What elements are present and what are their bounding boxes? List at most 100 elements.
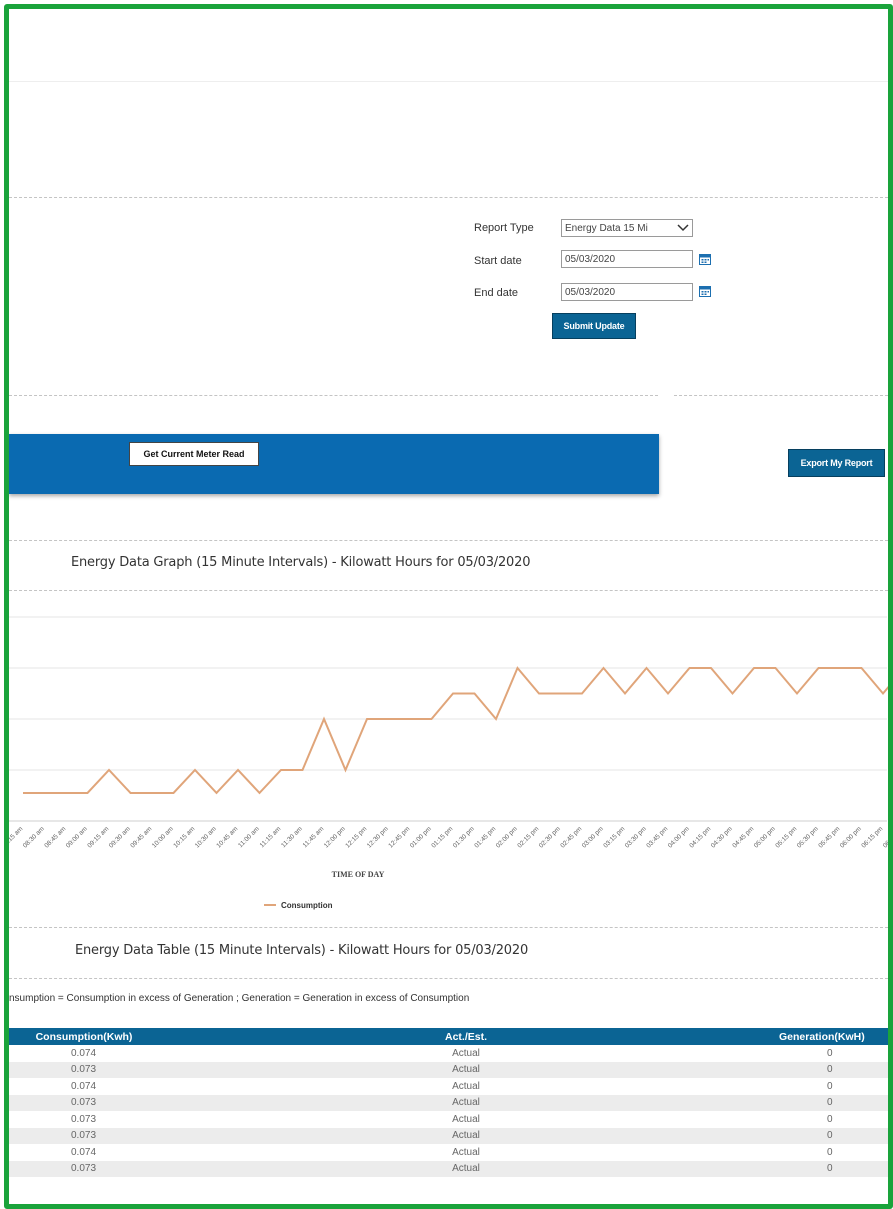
- table-cell-act-est: Actual: [159, 1127, 773, 1144]
- table-cell-generation: 0: [773, 1061, 888, 1078]
- table-row: 0.073 Actual 0: [9, 1094, 888, 1111]
- table-title-top-divider: [9, 927, 888, 928]
- form-top-divider: [9, 197, 888, 198]
- x-tick-label: 03:00 pm: [581, 825, 605, 849]
- x-tick-label: 09:15 am: [86, 825, 110, 849]
- table-cell-consumption: 0.073: [9, 1061, 159, 1078]
- table-cell-act-est: Actual: [159, 1094, 773, 1111]
- x-tick-label: 10:45 am: [215, 825, 239, 849]
- table-note: nsumption = Consumption in excess of Gen…: [9, 993, 470, 1004]
- table-cell-consumption: 0.074: [71, 1146, 97, 1158]
- x-tick-label: 08:45 am: [43, 825, 67, 849]
- x-tick-label: 02:00 pm: [495, 825, 519, 849]
- form-bottom-divider: [9, 395, 658, 396]
- x-tick-label: 04:15 pm: [688, 825, 712, 849]
- x-tick-label: 05:00 pm: [753, 825, 777, 849]
- table-title-bottom-divider: [9, 978, 888, 979]
- meter-banner: Get Current Meter Read: [9, 434, 659, 494]
- table-row: 0.073 Actual 0: [9, 1061, 888, 1078]
- table-cell-consumption: 0.073: [9, 1160, 159, 1177]
- graph-title-top-divider: [9, 540, 888, 541]
- table-cell-act-est: Actual: [452, 1113, 480, 1125]
- app-frame: Report Type Energy Data 15 Mi Start date…: [4, 4, 893, 1209]
- x-tick-label: 08:30 am: [22, 825, 46, 849]
- column-header-act-est: Act./Est.: [159, 1028, 773, 1045]
- x-tick-label: 05:45 pm: [817, 825, 841, 849]
- submit-update-button[interactable]: Submit Update: [552, 313, 636, 339]
- table-cell-consumption: 0.074: [71, 1047, 97, 1059]
- x-tick-label: 03:15 pm: [602, 825, 626, 849]
- column-header-consumption: Consumption(Kwh): [9, 1028, 159, 1045]
- table-row: 0.074 Actual 0: [9, 1078, 888, 1095]
- x-tick-label: 10:15 am: [172, 825, 196, 849]
- x-tick-label: 09:00 am: [65, 825, 89, 849]
- end-date-label: End date: [474, 287, 519, 299]
- table-cell-consumption: 0.074: [71, 1080, 97, 1092]
- table-cell-act-est: Actual: [452, 1080, 480, 1092]
- x-tick-label: 01:00 pm: [409, 825, 433, 849]
- table-title: Energy Data Table (15 Minute Intervals) …: [75, 943, 529, 958]
- x-tick-label: 10:30 am: [194, 825, 218, 849]
- energy-line-chart: 08:15 am08:30 am08:45 am09:00 am09:15 am…: [9, 616, 888, 910]
- x-tick-label: 04:45 pm: [731, 825, 755, 849]
- x-tick-label: 12:30 pm: [366, 825, 390, 849]
- form-bottom-divider-right: [674, 395, 888, 396]
- x-tick-label: 05:15 pm: [774, 825, 798, 849]
- x-tick-label: 06:00 pm: [839, 825, 863, 849]
- table-cell-act-est: Actual: [452, 1146, 480, 1158]
- export-report-button[interactable]: Export My Report: [788, 449, 885, 477]
- table-cell-act-est: Actual: [452, 1047, 480, 1059]
- end-date-input[interactable]: [561, 283, 693, 301]
- legend-label: Consumption: [281, 901, 333, 910]
- table-cell-generation: 0: [773, 1127, 888, 1144]
- start-date-label: Start date: [474, 255, 522, 267]
- x-tick-label: 03:45 pm: [645, 825, 669, 849]
- table-cell-generation: 0: [773, 1160, 888, 1177]
- x-tick-label: 11:00 am: [237, 825, 261, 849]
- x-tick-label: 01:15 pm: [430, 825, 454, 849]
- column-header-generation: Generation(KwH): [773, 1028, 888, 1045]
- table-cell-generation: 0: [827, 1113, 833, 1125]
- calendar-icon[interactable]: [699, 285, 711, 297]
- table-row: 0.073 Actual 0: [9, 1160, 888, 1177]
- x-tick-labels: 08:15 am08:30 am08:45 am09:00 am09:15 am…: [9, 825, 888, 849]
- table-cell-generation: 0: [773, 1094, 888, 1111]
- table-cell-act-est: Actual: [159, 1160, 773, 1177]
- table-cell-act-est: Actual: [159, 1061, 773, 1078]
- table-header-row: Consumption(Kwh) Act./Est. Generation(Kw…: [9, 1028, 888, 1045]
- x-tick-label: 03:30 pm: [624, 825, 648, 849]
- top-divider: [9, 81, 888, 82]
- x-tick-label: 04:00 pm: [667, 825, 691, 849]
- table-cell-consumption: 0.073: [71, 1113, 97, 1125]
- x-tick-label: 12:45 pm: [387, 825, 411, 849]
- x-tick-label: 02:30 pm: [538, 825, 562, 849]
- x-tick-label: 01:30 pm: [452, 825, 476, 849]
- table-cell-generation: 0: [827, 1146, 833, 1158]
- report-type-value: Energy Data 15 Mi: [565, 222, 648, 234]
- graph-title: Energy Data Graph (15 Minute Intervals) …: [71, 555, 531, 570]
- table-cell-generation: 0: [827, 1080, 833, 1092]
- table-row: 0.073 Actual 0: [9, 1127, 888, 1144]
- get-current-meter-read-button[interactable]: Get Current Meter Read: [129, 442, 259, 466]
- x-tick-label: 01:45 pm: [473, 825, 497, 849]
- table-row: 0.074 Actual 0: [9, 1144, 888, 1161]
- chevron-down-icon: [677, 224, 689, 232]
- x-tick-label: 11:15 am: [259, 825, 283, 849]
- table-cell-consumption: 0.073: [9, 1094, 159, 1111]
- x-axis-label: TIME OF DAY: [332, 870, 385, 879]
- energy-data-table: Consumption(Kwh) Act./Est. Generation(Kw…: [9, 1028, 888, 1177]
- start-date-input[interactable]: [561, 250, 693, 268]
- report-type-select[interactable]: Energy Data 15 Mi: [561, 219, 693, 237]
- graph-title-bottom-divider: [9, 590, 888, 591]
- x-tick-label: 02:45 pm: [559, 825, 583, 849]
- table-cell-consumption: 0.073: [9, 1127, 159, 1144]
- consumption-series-line: [23, 666, 888, 795]
- x-tick-label: 11:30 am: [280, 825, 304, 849]
- x-tick-label: 04:30 pm: [710, 825, 734, 849]
- report-type-label: Report Type: [474, 222, 534, 234]
- table-cell-generation: 0: [827, 1047, 833, 1059]
- x-tick-label: 12:15 pm: [344, 825, 368, 849]
- x-tick-label: 12:00 pm: [323, 825, 347, 849]
- calendar-icon[interactable]: [699, 253, 711, 265]
- x-tick-label: 10:00 am: [151, 825, 175, 849]
